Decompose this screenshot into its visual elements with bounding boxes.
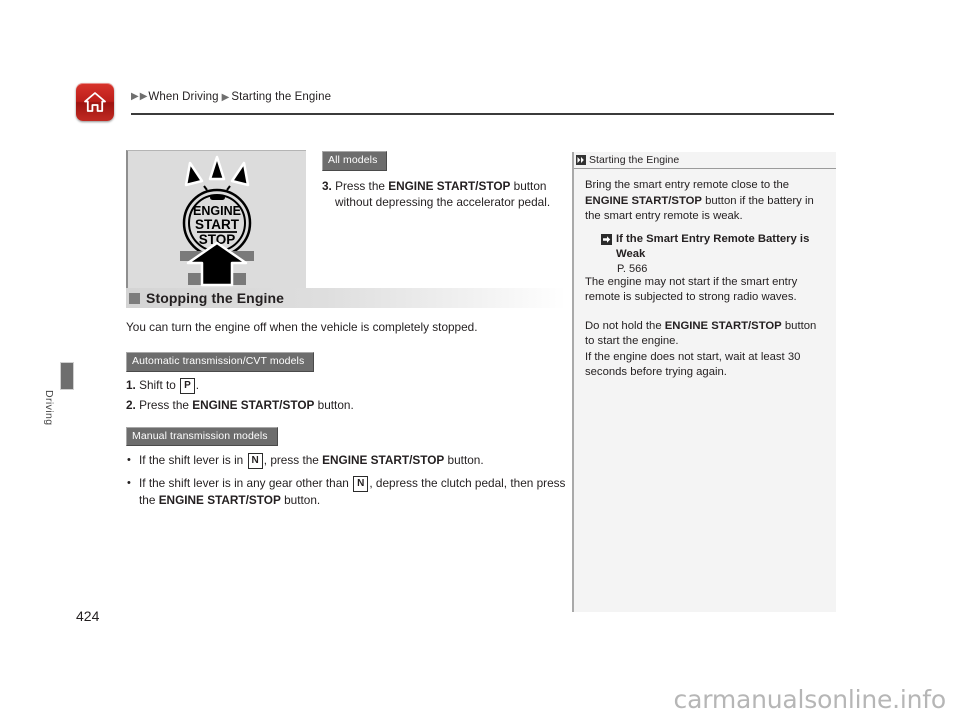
automatic-transmission-badge: Automatic transmission/CVT models — [126, 352, 315, 372]
manual-transmission-badge: Manual transmission models — [126, 426, 278, 446]
gear-indicator-n-1: N — [247, 453, 263, 469]
cross-reference-page: P. 566 — [617, 262, 648, 275]
step-3-text-b: button — [510, 178, 547, 193]
info-panel: Starting the Engine Bring the smart entr… — [572, 152, 836, 612]
step-3-bold: ENGINE START/STOP — [388, 178, 511, 193]
mt-bullet-1-text-b: , press the — [263, 453, 323, 467]
mt-bullet-2: If the shift lever is in any gear other … — [126, 475, 566, 508]
section-heading-label: Stopping the Engine — [146, 290, 284, 306]
step-3-number: 3. — [322, 178, 332, 193]
breadcrumb-level-2[interactable]: Starting the Engine — [231, 91, 331, 103]
info-p3-line-2: If the engine does not start, wait at le… — [585, 350, 801, 379]
site-watermark: carmanualsonline.info — [673, 685, 947, 714]
at-step-2-number: 2. — [126, 397, 136, 412]
breadcrumb-arrow-icon: ▶ — [131, 91, 139, 102]
breadcrumb-separator-icon: ▶ — [221, 91, 230, 103]
gear-indicator-p: P — [180, 377, 195, 394]
info-paragraph-3: Do not hold the ENGINE START/STOP button… — [585, 319, 826, 381]
info-panel-body: Bring the smart entry remote close to th… — [574, 169, 836, 381]
section-intro-text: You can turn the engine off when the veh… — [126, 320, 478, 334]
step-3-text-a: Press the — [335, 178, 389, 193]
at-step-1-text-a: Shift to — [139, 377, 180, 392]
at-step-2-text-a: Press the — [139, 397, 193, 412]
main-content: ENGINE START STOP All models 3. Press th… — [126, 150, 566, 508]
gear-indicator-n-2: N — [353, 476, 369, 492]
mt-bullet-1-bold: ENGINE START/STOP — [322, 453, 445, 467]
engine-start-stop-button-illustration: ENGINE START STOP — [126, 150, 306, 288]
info-panel-title: Starting the Engine — [589, 154, 680, 166]
chapter-tab-marker[interactable] — [60, 362, 74, 390]
mt-bullet-2-line2-b: button. — [280, 493, 321, 507]
mt-bullet-2-line2-bold: ENGINE START/STOP — [158, 493, 281, 507]
at-step-1-text-b: . — [195, 377, 200, 392]
section-heading-stopping-the-engine: Stopping the Engine — [126, 288, 566, 308]
mt-bullet-1-text-a: If the shift lever is in — [139, 453, 247, 467]
chapter-tab-label: Driving — [43, 390, 55, 426]
at-badge-row: Automatic transmission/CVT models — [126, 351, 566, 372]
mt-bullet-2-line-2: the ENGINE START/STOP button. — [139, 493, 320, 507]
step-3: 3. Press the ENGINE START/STOP button wi… — [322, 178, 566, 210]
at-step-2: 2. Press the ENGINE START/STOP button. — [126, 397, 566, 413]
breadcrumb: ▶ ▶ When Driving ▶ Starting the Engine — [131, 91, 331, 103]
mt-bullet-1-text-c: button. — [444, 453, 484, 467]
info-p3-bold: ENGINE START/STOP — [664, 319, 782, 332]
cross-reference-label: If the Smart Entry Remote Battery is Wea… — [616, 232, 810, 260]
at-step-1-number: 1. — [126, 377, 136, 392]
mt-badge-row: Manual transmission models — [126, 426, 566, 446]
double-chevron-icon — [576, 155, 586, 165]
info-paragraph-1: Bring the smart entry remote close to th… — [585, 178, 826, 225]
info-p3-a: Do not hold the — [585, 319, 665, 332]
header-divider — [131, 113, 834, 115]
mt-bullet-2-line2-a: the — [139, 493, 159, 507]
breadcrumb-level-1[interactable]: When Driving — [148, 91, 218, 103]
mt-bullet-2-text-b: , depress the clutch pedal, then press — [369, 476, 566, 490]
info-panel-header: Starting the Engine — [574, 152, 836, 169]
step-3-line-2: without depressing the accelerator pedal… — [335, 194, 551, 209]
cross-reference-title-row: If the Smart Entry Remote Battery is Wea… — [601, 232, 826, 262]
arrow-right-icon — [601, 233, 612, 245]
at-step-1: 1. Shift to P. — [126, 377, 566, 394]
info-paragraph-2: The engine may not start if the smart en… — [585, 275, 798, 304]
section-square-icon — [129, 292, 140, 304]
all-models-badge: All models — [322, 151, 388, 171]
info-p1-bold: ENGINE START/STOP — [585, 194, 702, 207]
at-step-2-bold: ENGINE START/STOP — [192, 397, 315, 412]
mt-bullet-2-text-a: If the shift lever is in any gear other … — [139, 476, 353, 490]
cross-reference[interactable]: If the Smart Entry Remote Battery is Wea… — [585, 232, 826, 275]
svg-text:ENGINE: ENGINE — [193, 204, 241, 218]
all-models-step-block: All models 3. Press the ENGINE START/STO… — [322, 150, 566, 210]
svg-text:START: START — [195, 217, 240, 232]
at-step-2-text-b: button. — [314, 397, 354, 412]
home-icon — [83, 91, 107, 113]
mt-bullet-1: If the shift lever is in N, press the EN… — [126, 452, 566, 469]
page-number: 424 — [76, 608, 100, 624]
info-p1-a: Bring the smart entry remote close to th… — [585, 179, 790, 191]
home-button[interactable] — [76, 83, 114, 121]
breadcrumb-arrow-icon-2: ▶ — [139, 91, 148, 102]
